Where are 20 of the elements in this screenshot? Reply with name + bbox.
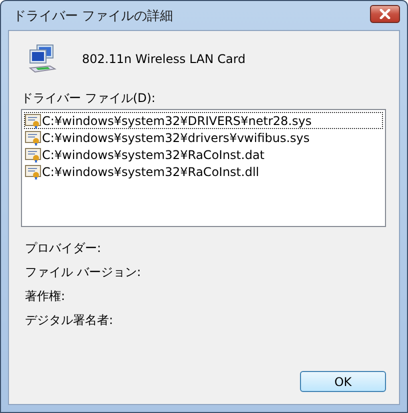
window-title: ドライバー ファイルの詳細 bbox=[12, 8, 174, 24]
file-list[interactable]: C:¥windows¥system32¥DRIVERS¥netr28.sys C:¥windows¥system32¥drivers¥vwifibus.sys C:¥windows¥system32¥RaCoInst.dat C:¥windows¥system32¥RaCoInst.dll bbox=[21, 109, 386, 227]
file-item[interactable]: C:¥windows¥system32¥RaCoInst.dll bbox=[24, 163, 383, 180]
close-icon bbox=[378, 8, 392, 18]
files-label: ドライバー ファイル(D): bbox=[21, 90, 156, 107]
network-computer-icon bbox=[28, 44, 58, 74]
ok-button[interactable]: OK bbox=[300, 371, 386, 392]
file-item[interactable]: C:¥windows¥system32¥drivers¥vwifibus.sys bbox=[24, 129, 383, 146]
certificate-icon bbox=[25, 130, 41, 146]
file-item[interactable]: C:¥windows¥system32¥RaCoInst.dat bbox=[24, 146, 383, 163]
property-label: 著作権: bbox=[25, 288, 66, 304]
property-label: ファイル バージョン: bbox=[25, 264, 142, 280]
certificate-icon bbox=[25, 164, 41, 180]
property-label: プロバイダー: bbox=[25, 240, 102, 256]
property-label: デジタル署名者: bbox=[25, 312, 114, 328]
close-button[interactable] bbox=[370, 4, 400, 22]
certificate-icon bbox=[25, 146, 41, 162]
certificate-icon bbox=[25, 112, 41, 128]
file-item[interactable]: C:¥windows¥system32¥DRIVERS¥netr28.sys bbox=[24, 112, 383, 129]
device-name: 802.11n Wireless LAN Card bbox=[82, 52, 246, 66]
